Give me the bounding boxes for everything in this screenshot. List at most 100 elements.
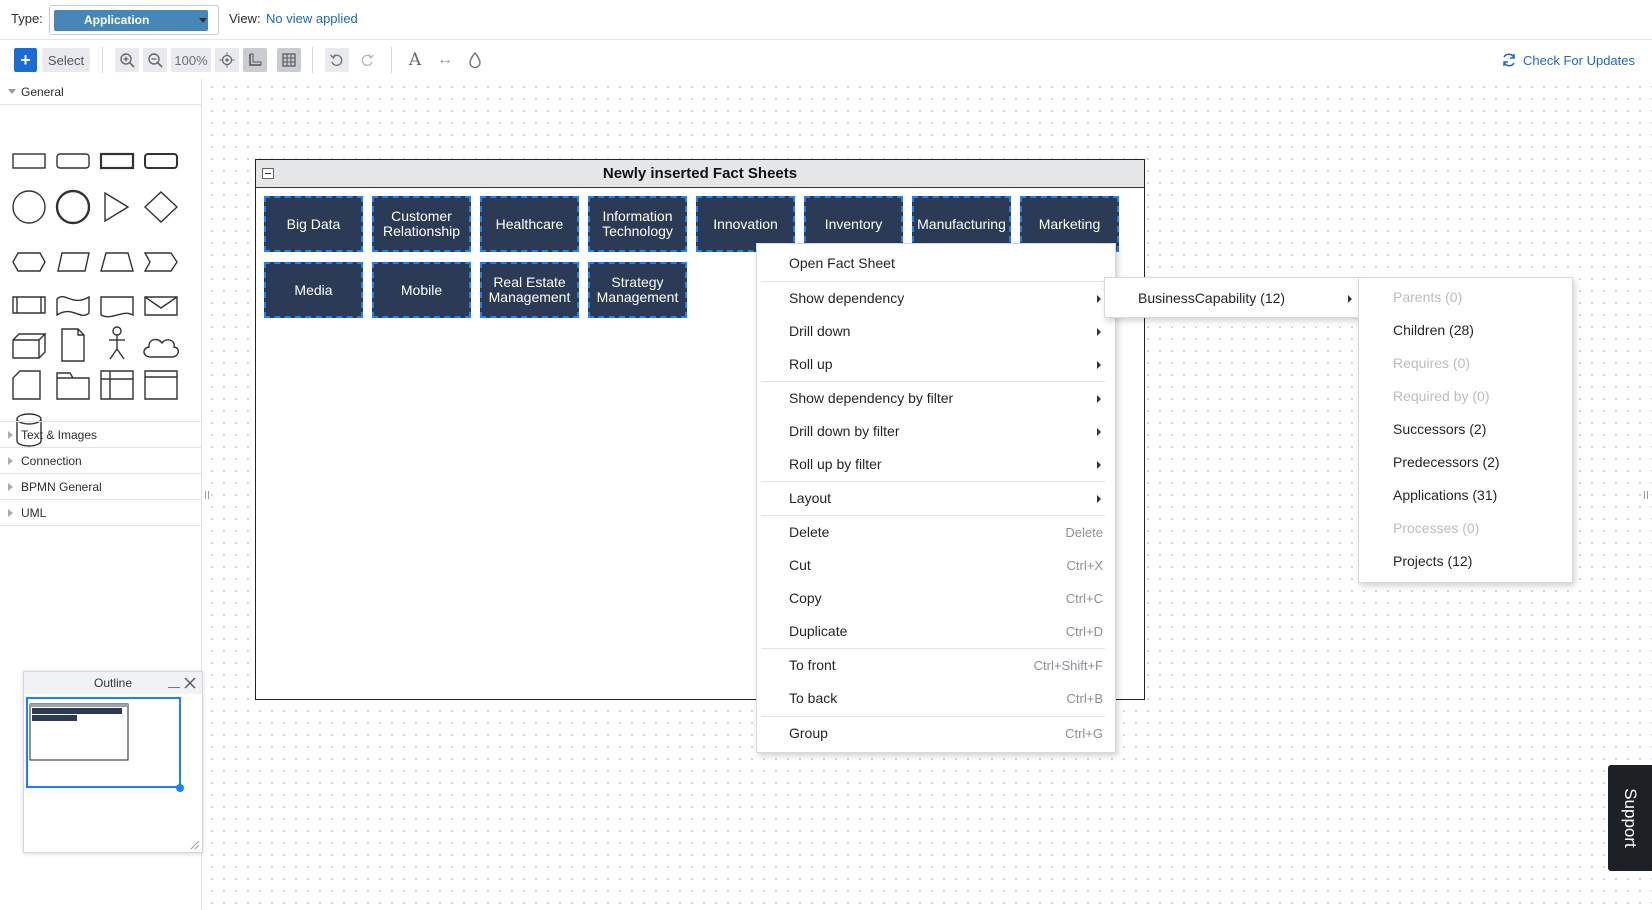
select-button[interactable]: Select	[42, 48, 90, 72]
panel-resize-handle[interactable]	[1644, 491, 1648, 499]
undo-button[interactable]	[325, 48, 349, 72]
menu-item-copy[interactable]: Copy Ctrl+C	[757, 582, 1115, 615]
shape-rounded-bold	[144, 153, 178, 169]
section-text-images[interactable]: Text & Images	[0, 421, 201, 448]
menu-item-requires: Requires (0)	[1393, 355, 1471, 371]
section-general[interactable]: General	[0, 79, 201, 105]
check-updates-button[interactable]: Check For Updates	[1501, 50, 1635, 70]
ruler-toggle[interactable]	[243, 48, 267, 72]
chevron-down-icon	[199, 18, 207, 23]
chevron-right-icon	[8, 431, 13, 439]
close-icon[interactable]	[184, 677, 196, 689]
sidebar-resize-handle[interactable]	[205, 491, 209, 499]
target-icon	[219, 52, 235, 68]
menu-item-parents: Parents (0)	[1393, 289, 1463, 305]
menu-item-cut[interactable]: Cut Ctrl+X	[757, 549, 1115, 582]
menu-item-projects[interactable]: Projects (12)	[1359, 545, 1572, 578]
shape-process	[12, 296, 46, 314]
menu-item-label: Duplicate	[789, 623, 848, 639]
zoom-in-button[interactable]	[115, 48, 139, 72]
zoom-out-button[interactable]	[143, 48, 167, 72]
menu-item-label: Cut	[789, 557, 811, 573]
menu-item-label: Roll up by filter	[789, 456, 882, 472]
arrow-both-icon[interactable]: ↔	[433, 48, 457, 72]
menu-shortcut: Ctrl+Shift+F	[1033, 658, 1103, 673]
fill-color-button[interactable]	[463, 48, 487, 72]
section-uml[interactable]: UML	[0, 500, 201, 526]
fact-sheet-node[interactable]: Customer Relationship	[372, 196, 471, 252]
zoom-out-icon	[148, 53, 163, 68]
chevron-right-icon	[8, 509, 13, 517]
menu-item-children[interactable]: Children (28)	[1359, 314, 1572, 347]
shape-cube	[12, 333, 47, 359]
menu-item-show-dependency[interactable]: Show dependency	[757, 282, 1115, 315]
menu-item-successors[interactable]: Successors (2)	[1359, 413, 1572, 446]
fact-sheet-node[interactable]: Mobile	[372, 262, 471, 318]
divider	[102, 47, 103, 73]
menu-item-drill-down-by-filter[interactable]: Drill down by filter	[757, 415, 1115, 448]
shape-folder	[56, 372, 90, 400]
menu-item-roll-up[interactable]: Roll up	[757, 348, 1115, 381]
grid-toggle[interactable]	[277, 48, 301, 72]
container-title: Newly inserted Fact Sheets	[256, 160, 1144, 188]
menu-item-to-back[interactable]: To back Ctrl+B	[757, 682, 1115, 715]
shape-rectangle	[12, 153, 46, 169]
context-menu: Open Fact Sheet Show dependency Drill do…	[756, 243, 1116, 753]
chevron-right-icon	[1097, 328, 1101, 336]
menu-item-show-dependency-by-filter[interactable]: Show dependency by filter	[757, 382, 1115, 415]
menu-item-roll-up-by-filter[interactable]: Roll up by filter	[757, 448, 1115, 481]
menu-shortcut: Ctrl+B	[1066, 691, 1103, 706]
menu-item-label: To front	[789, 657, 836, 673]
menu-item-drill-down[interactable]: Drill down	[757, 315, 1115, 348]
menu-item-delete[interactable]: Delete Delete	[757, 516, 1115, 549]
redo-button[interactable]	[355, 48, 379, 72]
shape-parallelogram	[57, 252, 90, 272]
fact-sheet-node[interactable]: Healthcare	[480, 196, 579, 252]
viewport-resize-handle[interactable]	[176, 784, 184, 792]
menu-item-open-fact-sheet[interactable]: Open Fact Sheet	[757, 247, 1115, 280]
fit-button[interactable]	[215, 48, 239, 72]
menu-item-label: Show dependency	[789, 290, 905, 306]
type-value: Application	[54, 10, 208, 31]
chevron-right-icon	[1097, 461, 1101, 469]
type-select[interactable]: Application	[49, 5, 219, 35]
section-bpmn-general[interactable]: BPMN General	[0, 474, 201, 500]
menu-item-layout[interactable]: Layout	[757, 482, 1115, 515]
menu-item-applications[interactable]: Applications (31)	[1359, 479, 1572, 512]
text-format-icon[interactable]: A	[403, 48, 427, 72]
menu-item-required-by: Required by (0)	[1393, 388, 1490, 404]
support-button[interactable]: Support	[1608, 765, 1652, 871]
fact-sheet-node[interactable]: Strategy Management	[588, 262, 687, 318]
outline-panel: Outline	[23, 671, 203, 853]
fact-sheet-node[interactable]: Real Estate Management	[480, 262, 579, 318]
fact-sheet-node[interactable]: Information Technology	[588, 196, 687, 252]
toolbar: + Select 100% A ↔ Check For Updates	[0, 41, 1652, 79]
menu-item-to-front[interactable]: To front Ctrl+Shift+F	[757, 649, 1115, 682]
section-general-label: General	[21, 85, 64, 99]
section-connection[interactable]: Connection	[0, 448, 201, 474]
support-label: Support	[1621, 788, 1640, 848]
chevron-right-icon	[1097, 295, 1101, 303]
menu-item-duplicate[interactable]: Duplicate Ctrl+D	[757, 615, 1115, 648]
collapse-icon[interactable]	[262, 168, 274, 179]
menu-item-group[interactable]: Group Ctrl+G	[757, 717, 1115, 750]
fact-sheet-node[interactable]: Media	[264, 262, 363, 318]
shape-rounded-rectangle	[56, 153, 90, 169]
shape-cloud	[143, 338, 179, 358]
check-updates-label: Check For Updates	[1523, 52, 1635, 68]
outline-preview	[29, 703, 129, 761]
view-label: View:	[229, 11, 261, 26]
redo-icon	[361, 54, 374, 67]
minimize-icon[interactable]	[168, 676, 180, 688]
view-link[interactable]: No view applied	[266, 9, 358, 29]
shape-trapezoid	[100, 252, 134, 272]
top-bar: Type: Application View: No view applied	[0, 0, 1652, 40]
chevron-right-icon	[1097, 361, 1101, 369]
menu-item-predecessors[interactable]: Predecessors (2)	[1359, 446, 1572, 479]
dependency-submenu: BusinessCapability (12)	[1104, 277, 1361, 318]
resize-grip-icon[interactable]	[190, 840, 200, 850]
add-button[interactable]: +	[14, 48, 37, 72]
zoom-level[interactable]: 100%	[171, 48, 211, 72]
fact-sheet-node[interactable]: Big Data	[264, 196, 363, 252]
menu-item-business-capability[interactable]: BusinessCapability (12)	[1105, 282, 1360, 315]
